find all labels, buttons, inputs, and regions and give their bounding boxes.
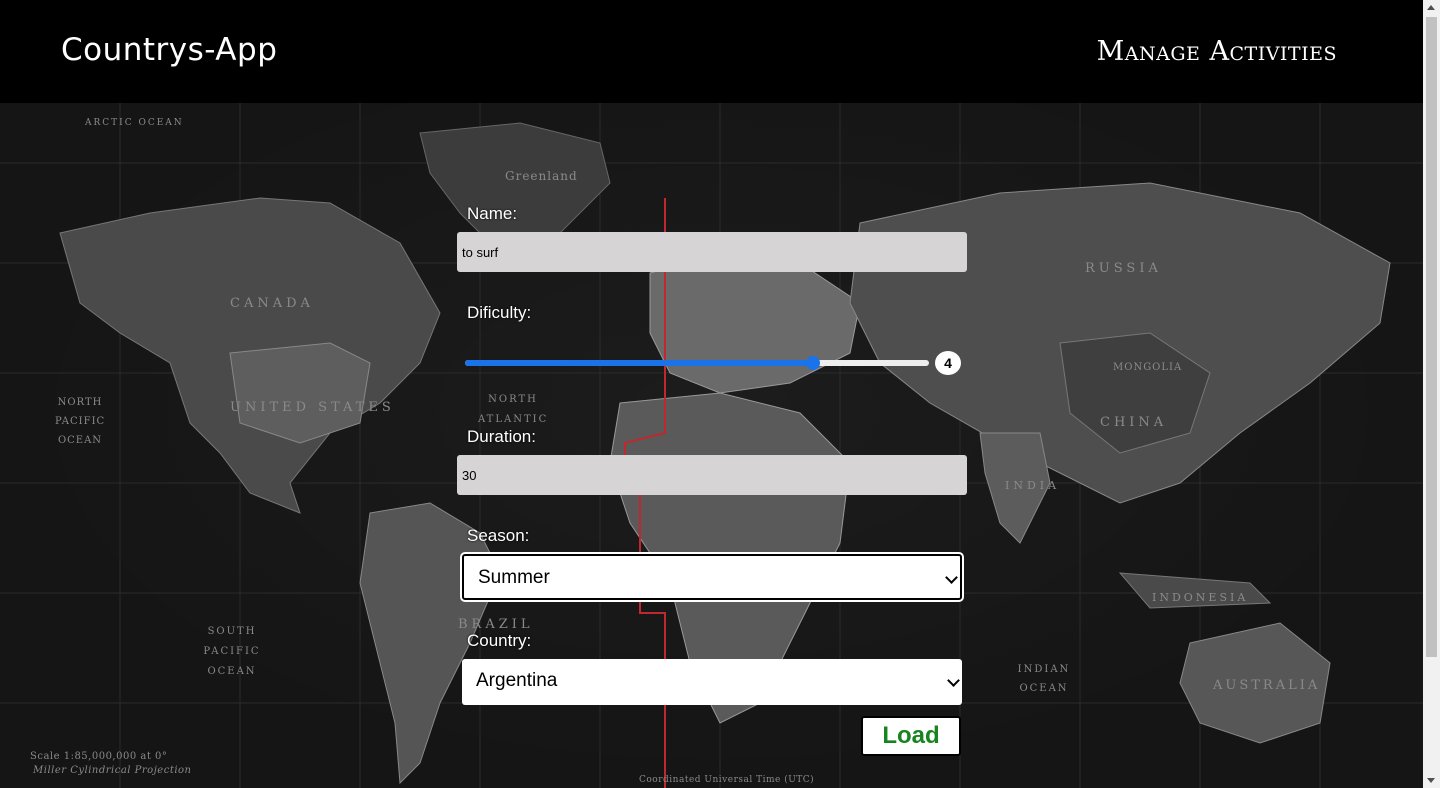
map-scale-text: Scale 1:85,000,000 at 0° [30, 751, 168, 762]
map-label-south-pacific: SOUTH PACIFIC OCEAN [203, 626, 261, 677]
difficulty-value-badge: 4 [935, 351, 961, 375]
difficulty-slider[interactable] [465, 356, 929, 370]
chevron-down-icon [945, 571, 958, 584]
manage-activities-link[interactable]: Manage Activities [1097, 36, 1337, 67]
map-label-indian-ocean: INDIAN OCEAN [1017, 664, 1071, 694]
map-label-mongolia: MONGOLIA [1113, 362, 1183, 373]
map-projection-text: Miller Cylindrical Projection [33, 765, 192, 776]
season-label: Season: [467, 526, 530, 545]
duration-label: Duration: [467, 427, 536, 446]
app-header: Countrys-App Manage Activities [0, 0, 1423, 103]
app-brand[interactable]: Countrys-App [61, 32, 277, 68]
map-label-canada: CANADA [230, 296, 314, 311]
map-label-australia: AUSTRALIA [1213, 678, 1321, 693]
season-select[interactable]: Summer [462, 554, 962, 600]
difficulty-slider-thumb[interactable] [806, 356, 820, 370]
duration-input[interactable] [457, 455, 967, 495]
scrollbar-thumb[interactable] [1426, 17, 1437, 657]
map-label-north-atlantic: NORTH ATLANTIC [478, 394, 549, 425]
difficulty-label: Dificulty: [467, 303, 532, 322]
chevron-down-icon [947, 674, 960, 687]
map-label-india: INDIA [1005, 479, 1061, 492]
country-label: Country: [467, 631, 532, 650]
scroll-up-arrow-icon[interactable] [1427, 5, 1435, 10]
name-label: Name: [467, 204, 518, 223]
map-label-north-pacific: NORTH PACIFIC OCEAN [55, 397, 106, 446]
map-label-indonesia: INDONESIA [1152, 591, 1249, 604]
map-label-united-states: UNITED STATES [230, 400, 395, 415]
page-scrollbar[interactable] [1423, 0, 1440, 788]
season-selected-value: Summer [478, 567, 550, 588]
map-label-arctic-ocean: ARCTIC OCEAN [85, 118, 184, 128]
name-input[interactable] [457, 232, 967, 272]
map-label-brazil: BRAZIL [458, 617, 534, 632]
country-select[interactable]: Argentina [462, 659, 962, 705]
load-button[interactable]: Load [861, 716, 961, 756]
map-utc-text: Coordinated Universal Time (UTC) [639, 775, 815, 785]
map-label-russia: RUSSIA [1085, 261, 1162, 276]
difficulty-slider-fill [465, 360, 813, 366]
scroll-down-arrow-icon[interactable] [1427, 778, 1435, 783]
country-selected-value: Argentina [476, 670, 558, 691]
map-label-china: CHINA [1100, 415, 1168, 430]
map-label-greenland: Greenland [505, 169, 578, 183]
